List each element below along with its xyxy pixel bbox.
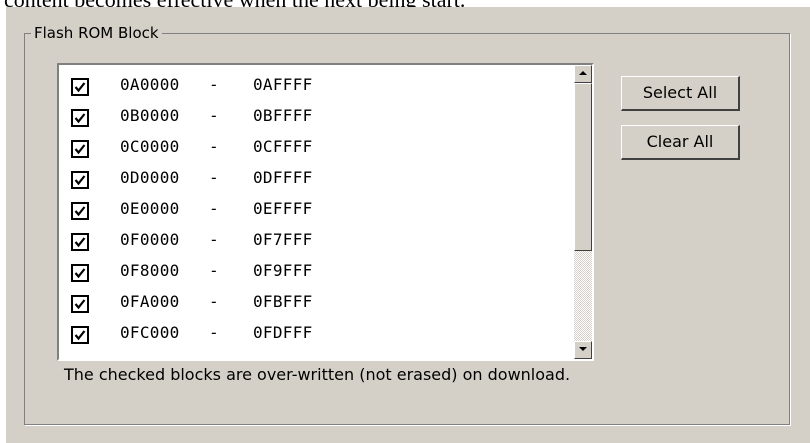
block-end-address: 0FBFFF: [253, 292, 313, 311]
flash-block-list[interactable]: 0A0000-0AFFFF 0B0000-0BFFFF 0C0000-0CFFFF 0…: [57, 63, 594, 361]
block-range-separator: -: [209, 106, 219, 125]
arrow-down-icon: [579, 347, 587, 351]
block-range-separator: -: [209, 75, 219, 94]
flash-block-list-items: 0A0000-0AFFFF 0B0000-0BFFFF 0C0000-0CFFFF 0…: [59, 65, 574, 359]
group-title: Flash ROM Block: [31, 22, 162, 44]
checkmark-icon: [74, 237, 86, 248]
checkmark-icon: [74, 144, 86, 155]
block-range-separator: -: [209, 168, 219, 187]
block-row[interactable]: 0F0000 - 0F7FFF: [59, 225, 574, 256]
select-all-button[interactable]: Select All: [621, 76, 740, 111]
block-range-separator: -: [209, 292, 219, 311]
block-row[interactable]: 0C0000 - 0CFFFF: [59, 132, 574, 163]
block-row[interactable]: 0D0000 - 0DFFFF: [59, 163, 574, 194]
checkmark-icon: [74, 299, 86, 310]
block-checkbox[interactable]: [71, 326, 89, 344]
block-row[interactable]: 0FC000 - 0FDFFF: [59, 318, 574, 349]
block-row[interactable]: 0B0000 - 0BFFFF: [59, 101, 574, 132]
checkmark-icon: [74, 82, 86, 93]
block-checkbox[interactable]: [71, 295, 89, 313]
block-row[interactable]: 0A0000 - 0AFFFF: [59, 70, 574, 101]
block-range-separator: -: [209, 230, 219, 249]
block-checkbox[interactable]: [71, 233, 89, 251]
block-checkbox[interactable]: [71, 264, 89, 282]
block-end-address: 0AFFFF: [253, 75, 313, 94]
block-range-separator: -: [209, 323, 219, 342]
scroll-up-button[interactable]: [574, 65, 592, 83]
block-start-address: 0C0000: [120, 137, 180, 156]
block-row[interactable]: 0FA000 - 0FBFFF: [59, 287, 574, 318]
list-scrollbar[interactable]: [574, 65, 592, 359]
clear-all-button[interactable]: Clear All: [621, 125, 740, 160]
block-row[interactable]: 0F8000 - 0F9FFF: [59, 256, 574, 287]
block-checkbox[interactable]: [71, 78, 89, 96]
block-end-address: 0FDFFF: [253, 323, 313, 342]
block-end-address: 0BFFFF: [253, 106, 313, 125]
block-start-address: 0F0000: [120, 230, 180, 249]
block-start-address: 0FC000: [120, 323, 180, 342]
checkmark-icon: [74, 330, 86, 341]
block-end-address: 0F7FFF: [253, 230, 313, 249]
block-start-address: 0F8000: [120, 261, 180, 280]
block-range-separator: -: [209, 137, 219, 156]
block-start-address: 0A0000: [120, 75, 180, 94]
block-range-separator: -: [209, 261, 219, 280]
scroll-down-button[interactable]: [574, 341, 592, 359]
block-end-address: 0F9FFF: [253, 261, 313, 280]
block-end-address: 0CFFFF: [253, 137, 313, 156]
checkmark-icon: [74, 113, 86, 124]
checkmark-icon: [74, 206, 86, 217]
block-start-address: 0E0000: [120, 199, 180, 218]
block-checkbox[interactable]: [71, 109, 89, 127]
checkmark-icon: [74, 175, 86, 186]
block-checkbox[interactable]: [71, 171, 89, 189]
block-checkbox[interactable]: [71, 140, 89, 158]
checkmark-icon: [74, 268, 86, 279]
download-note: The checked blocks are over-written (not…: [64, 365, 571, 384]
scrollbar-thumb[interactable]: [574, 83, 592, 251]
block-end-address: 0EFFFF: [253, 199, 313, 218]
block-end-address: 0DFFFF: [253, 168, 313, 187]
block-range-separator: -: [209, 199, 219, 218]
arrow-up-icon: [579, 71, 587, 75]
block-start-address: 0B0000: [120, 106, 180, 125]
block-checkbox[interactable]: [71, 202, 89, 220]
block-start-address: 0D0000: [120, 168, 180, 187]
block-start-address: 0FA000: [120, 292, 180, 311]
block-row[interactable]: 0E0000 - 0EFFFF: [59, 194, 574, 225]
